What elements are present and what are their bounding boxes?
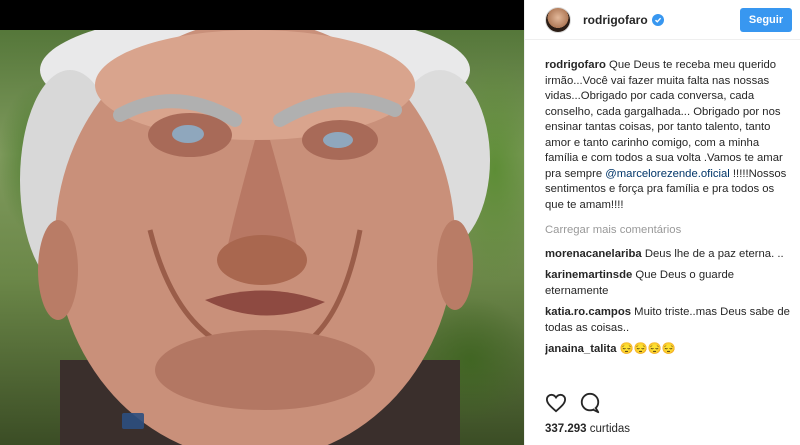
- comment-item: morenacanelariba Deus lhe de a paz etern…: [545, 247, 790, 263]
- comment-icon[interactable]: [579, 392, 601, 418]
- likes-count[interactable]: 337.293 curtidas: [545, 423, 630, 435]
- comment-text: 😔😔😔😔: [619, 343, 676, 355]
- likes-number: 337.293: [545, 423, 587, 435]
- face-illustration: [20, 30, 490, 445]
- follow-button[interactable]: Seguir: [740, 7, 792, 32]
- comment-username[interactable]: morenacanelariba: [545, 248, 642, 260]
- post-side-panel: rodrigofaro Seguir rodrigofaro Que Deus …: [524, 0, 800, 445]
- comment-text: Deus lhe de a paz eterna. ..: [644, 247, 784, 260]
- overlay-badge: [122, 413, 144, 429]
- caption-text: Que Deus te receba meu querido irmão...V…: [545, 59, 783, 180]
- load-more-comments-link[interactable]: Carregar mais comentários: [545, 223, 790, 239]
- post-username[interactable]: rodrigofaro: [583, 13, 648, 27]
- post-photo-panel: [0, 0, 524, 445]
- comment-item: karinemartinsde Que Deus o guarde eterna…: [545, 268, 790, 299]
- comment-username[interactable]: katia.ro.campos: [545, 306, 631, 318]
- comment-username[interactable]: karinemartinsde: [545, 269, 632, 281]
- avatar[interactable]: [545, 6, 571, 33]
- comment-item: janaina_talita 😔😔😔😔: [545, 342, 790, 358]
- caption: rodrigofaro Que Deus te receba meu queri…: [545, 58, 790, 213]
- heart-icon[interactable]: [545, 393, 567, 417]
- verified-icon: [651, 13, 664, 26]
- post-header: rodrigofaro Seguir: [525, 0, 800, 40]
- post-actions: [545, 392, 601, 418]
- caption-username[interactable]: rodrigofaro: [545, 59, 606, 71]
- comment-username[interactable]: janaina_talita: [545, 343, 617, 355]
- caption-mention-link[interactable]: @marcelorezende.oficial: [605, 168, 730, 180]
- likes-label: curtidas: [589, 423, 631, 435]
- comment-item: katia.ro.campos Muito triste..mas Deus s…: [545, 305, 790, 336]
- post-photo[interactable]: [0, 30, 524, 445]
- comments-area: rodrigofaro Que Deus te receba meu queri…: [545, 58, 790, 388]
